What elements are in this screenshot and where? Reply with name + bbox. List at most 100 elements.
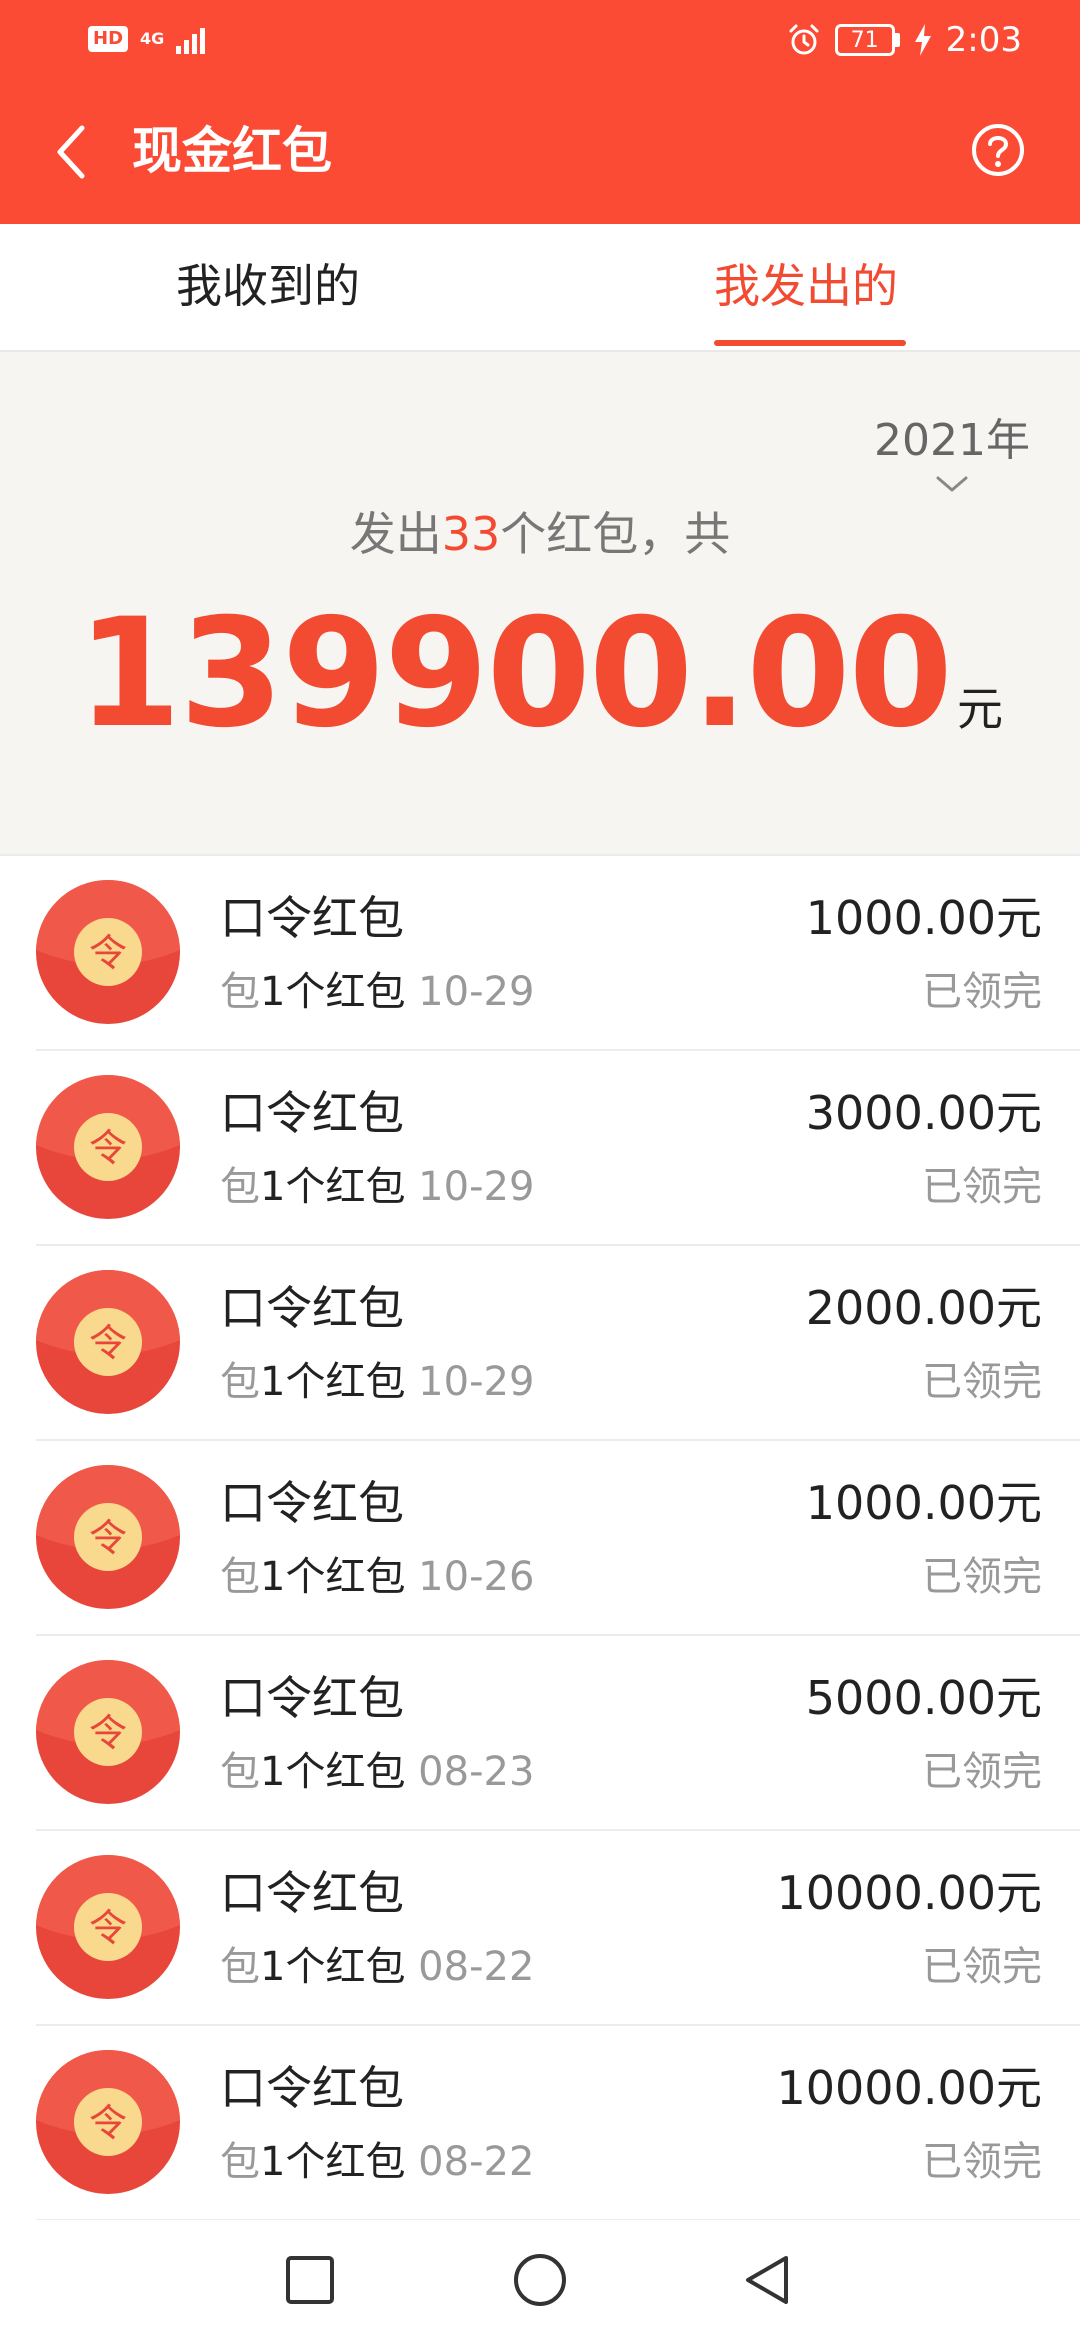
sent-count: 33: [441, 507, 501, 561]
total-sent: 139900.00 元: [0, 584, 1080, 764]
page-title: 现金红包: [132, 122, 332, 180]
packet-date: 08-22: [418, 1944, 535, 1990]
packet-subtitle: 包1个红包 08-23: [220, 1746, 534, 1798]
packet-list: 令口令红包 包1个红包 10-29 1000.00元 已领完令口令红包 包1个红包 10…: [0, 856, 1080, 2221]
packet-count: 1个红包: [260, 1944, 406, 1990]
packet-status: 已领完: [922, 1554, 1042, 1600]
packet-date: 10-29: [418, 969, 535, 1015]
packet-status: 已领完: [922, 969, 1042, 1015]
nav-back-icon[interactable]: [738, 2250, 798, 2310]
packet-sub-prefix: 包: [220, 969, 260, 1015]
status-left: HD 4G: [88, 24, 206, 54]
packet-count: 1个红包: [260, 1554, 406, 1600]
packet-amount: 1000.00元: [805, 1476, 1042, 1530]
packet-count: 1个红包: [260, 2139, 406, 2185]
packet-sub-prefix: 包: [220, 1554, 260, 1600]
active-tab-indicator: [714, 340, 906, 346]
packet-subtitle: 包1个红包 10-26: [220, 1551, 534, 1603]
year-label: 2021年: [874, 415, 1030, 466]
list-item[interactable]: 令 口令红包包1个红包 10-26 1000.00元已领完: [0, 1441, 1080, 1636]
red-packet-icon: 令: [36, 1660, 180, 1804]
packet-title: 口令红包: [220, 1086, 404, 1140]
packet-glyph: 令: [89, 1126, 127, 1170]
tab-bar: 我收到的 我发出的: [0, 224, 1080, 352]
packet-glyph: 令: [89, 1711, 127, 1755]
packet-glyph: 令: [89, 1516, 127, 1560]
packet-amount: 10000.00元: [776, 2061, 1043, 2115]
packet-subtitle: 包1个红包 10-29: [220, 1161, 534, 1213]
red-packet-icon: 令: [36, 1465, 180, 1609]
title-bar: 现金红包: [0, 96, 1080, 208]
network-type: 4G: [140, 29, 165, 48]
status-time: 2:03: [945, 20, 1022, 60]
packet-count: 1个红包: [260, 1359, 406, 1405]
packet-date: 08-22: [418, 2139, 535, 2185]
sent-summary: 发出33个红包，共: [0, 502, 1080, 566]
packet-amount: 10000.00元: [776, 1866, 1043, 1920]
packet-status: 已领完: [922, 1164, 1042, 1210]
battery-icon: 71: [834, 24, 900, 56]
red-packet-icon: 令: [36, 2050, 180, 2194]
signal-icon: [176, 24, 206, 54]
packet-title: 口令红包: [220, 891, 404, 945]
packet-count: 1个红包: [260, 1749, 406, 1795]
alarm-icon: [789, 24, 819, 55]
system-nav-bar: [0, 2220, 1080, 2340]
packet-title: 口令红包: [220, 1866, 404, 1920]
recent-apps-icon[interactable]: [280, 2250, 340, 2310]
help-icon[interactable]: [970, 122, 1026, 178]
packet-status: 已领完: [922, 1944, 1042, 1990]
packet-date: 10-29: [418, 1164, 535, 1210]
packet-glyph: 令: [89, 1321, 127, 1365]
packet-subtitle: 包1个红包 10-29: [220, 1356, 534, 1408]
red-packet-icon: 令: [36, 1855, 180, 1999]
tab-received[interactable]: 我收到的: [176, 254, 360, 318]
list-item[interactable]: 令 口令红包包1个红包 08-22 10000.00元已领完: [0, 1831, 1080, 2026]
status-right: 71 2:03: [787, 20, 1022, 60]
packet-date: 10-29: [418, 1359, 535, 1405]
packet-sub-prefix: 包: [220, 1749, 260, 1795]
packet-title: 口令红包: [220, 1671, 404, 1725]
sent-suffix: 个红包，共: [500, 507, 731, 561]
packet-status: 已领完: [922, 1749, 1042, 1795]
packet-title: 口令红包: [220, 1281, 404, 1335]
packet-status: 已领完: [922, 1359, 1042, 1405]
packet-subtitle: 包1个红包 08-22: [220, 1941, 534, 1993]
packet-sub-prefix: 包: [220, 2139, 260, 2185]
total-unit: 元: [956, 682, 1003, 736]
packet-amount: 5000.00元: [805, 1671, 1042, 1725]
list-item[interactable]: 令 口令红包包1个红包 08-23 5000.00元已领完: [0, 1636, 1080, 1831]
tab-sent[interactable]: 我发出的: [714, 254, 898, 318]
list-item[interactable]: 令 口令红包包1个红包 10-29 2000.00元已领完: [0, 1246, 1080, 1441]
packet-title: 口令红包: [220, 1476, 404, 1530]
hd-badge: HD: [88, 26, 129, 52]
app-header: HD 4G 71 2:03 现金红包: [0, 0, 1080, 224]
packet-sub-prefix: 包: [220, 1944, 260, 1990]
packet-subtitle: 包1个红包 08-22: [220, 2136, 534, 2188]
packet-date: 08-23: [418, 1749, 535, 1795]
packet-glyph: 令: [89, 931, 127, 975]
home-icon[interactable]: [510, 2250, 570, 2310]
packet-glyph: 令: [89, 2101, 127, 2145]
year-selector[interactable]: 2021年: [874, 414, 1030, 496]
packet-amount: 3000.00元: [805, 1086, 1042, 1140]
battery-level: 71: [834, 24, 895, 56]
packet-count: 1个红包: [260, 1164, 406, 1210]
packet-glyph: 令: [89, 1906, 127, 1950]
red-packet-icon: 令: [36, 1270, 180, 1414]
sent-prefix: 发出: [349, 507, 442, 561]
list-item[interactable]: 令 口令红包包1个红包 10-29 3000.00元已领完: [0, 1051, 1080, 1246]
packet-title: 口令红包: [220, 2061, 404, 2115]
list-item[interactable]: 令 口令红包包1个红包 08-22 10000.00元已领完: [0, 2026, 1080, 2221]
packet-sub-prefix: 包: [220, 1164, 260, 1210]
summary-panel: 2021年 发出33个红包，共 139900.00 元: [0, 352, 1080, 856]
red-packet-icon: 令: [36, 1075, 180, 1219]
chevron-down-icon: [936, 476, 968, 492]
back-arrow-icon[interactable]: [48, 120, 96, 184]
packet-subtitle: 包1个红包 10-29: [220, 966, 534, 1018]
list-item[interactable]: 令 口令红包 包1个红包 10-29 1000.00元 已领完: [0, 856, 1080, 1051]
red-packet-icon: 令: [36, 880, 180, 1024]
packet-amount: 2000.00元: [805, 1281, 1042, 1335]
packet-status: 已领完: [922, 2139, 1042, 2185]
total-amount: 139900.00: [77, 587, 953, 761]
